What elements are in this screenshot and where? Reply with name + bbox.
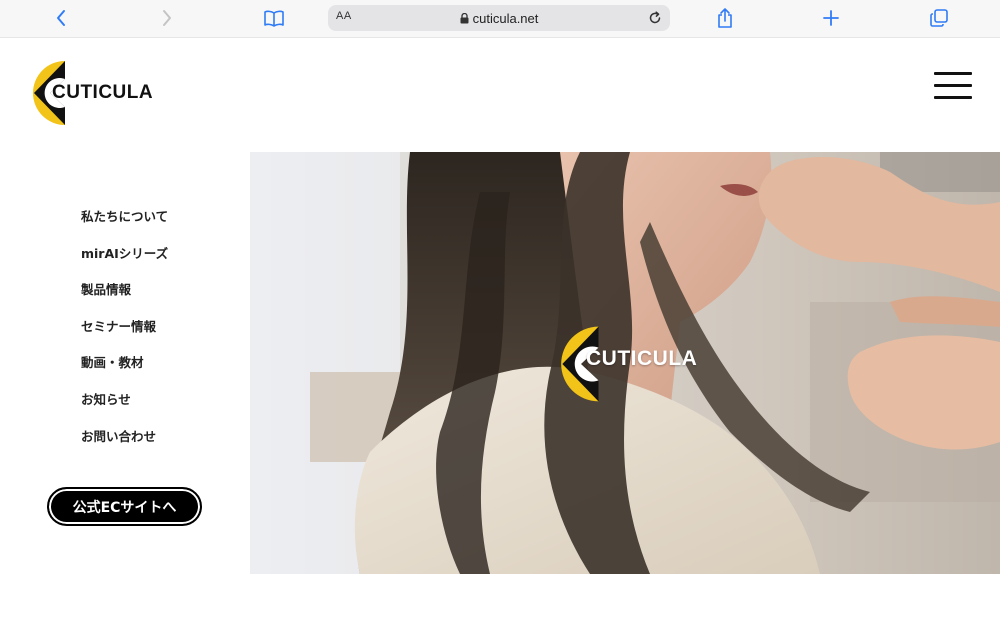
hero-logo: CUTICULA bbox=[546, 322, 716, 406]
lock-icon bbox=[460, 12, 469, 24]
hero-image: CUTICULA bbox=[250, 152, 1000, 574]
reload-button[interactable] bbox=[646, 9, 664, 27]
new-tab-button[interactable] bbox=[818, 6, 844, 30]
logo-text: CUTICULA bbox=[52, 82, 154, 103]
nav-item-about[interactable]: 私たちについて bbox=[81, 206, 168, 243]
nav-item-news[interactable]: お知らせ bbox=[81, 389, 168, 426]
url-display: cuticula.net bbox=[328, 5, 670, 31]
url-text: cuticula.net bbox=[472, 10, 539, 26]
site-logo[interactable]: CUTICULA bbox=[20, 57, 160, 129]
chevron-left-icon bbox=[57, 10, 65, 26]
menu-bar-line bbox=[934, 96, 972, 99]
share-icon bbox=[718, 8, 732, 28]
menu-bar-line bbox=[934, 84, 972, 87]
chevron-right-icon bbox=[163, 10, 171, 26]
reload-icon bbox=[649, 11, 661, 24]
hero-logo-text: CUTICULA bbox=[586, 347, 698, 370]
share-button[interactable] bbox=[712, 6, 738, 30]
nav-item-contact[interactable]: お問い合わせ bbox=[81, 426, 168, 463]
nav-item-seminars[interactable]: セミナー情報 bbox=[81, 316, 168, 353]
side-navigation: 私たちについて mirAIシリーズ 製品情報 セミナー情報 動画・教材 お知らせ… bbox=[81, 206, 168, 462]
browser-toolbar: AA cuticula.net bbox=[0, 0, 1000, 38]
plus-icon bbox=[823, 10, 839, 26]
nav-item-videos[interactable]: 動画・教材 bbox=[81, 352, 168, 389]
nav-item-mirai-series[interactable]: mirAIシリーズ bbox=[81, 243, 168, 280]
tabs-icon bbox=[930, 9, 948, 27]
forward-button[interactable] bbox=[154, 6, 180, 30]
address-bar[interactable]: AA cuticula.net bbox=[328, 5, 670, 31]
nav-item-products[interactable]: 製品情報 bbox=[81, 279, 168, 316]
menu-bar-line bbox=[934, 72, 972, 75]
bookmarks-button[interactable] bbox=[261, 6, 287, 30]
menu-icon[interactable] bbox=[934, 72, 972, 100]
book-icon bbox=[264, 10, 284, 27]
back-button[interactable] bbox=[48, 6, 74, 30]
tabs-button[interactable] bbox=[926, 6, 952, 30]
ec-site-button[interactable]: 公式ECサイトへ bbox=[47, 487, 202, 526]
